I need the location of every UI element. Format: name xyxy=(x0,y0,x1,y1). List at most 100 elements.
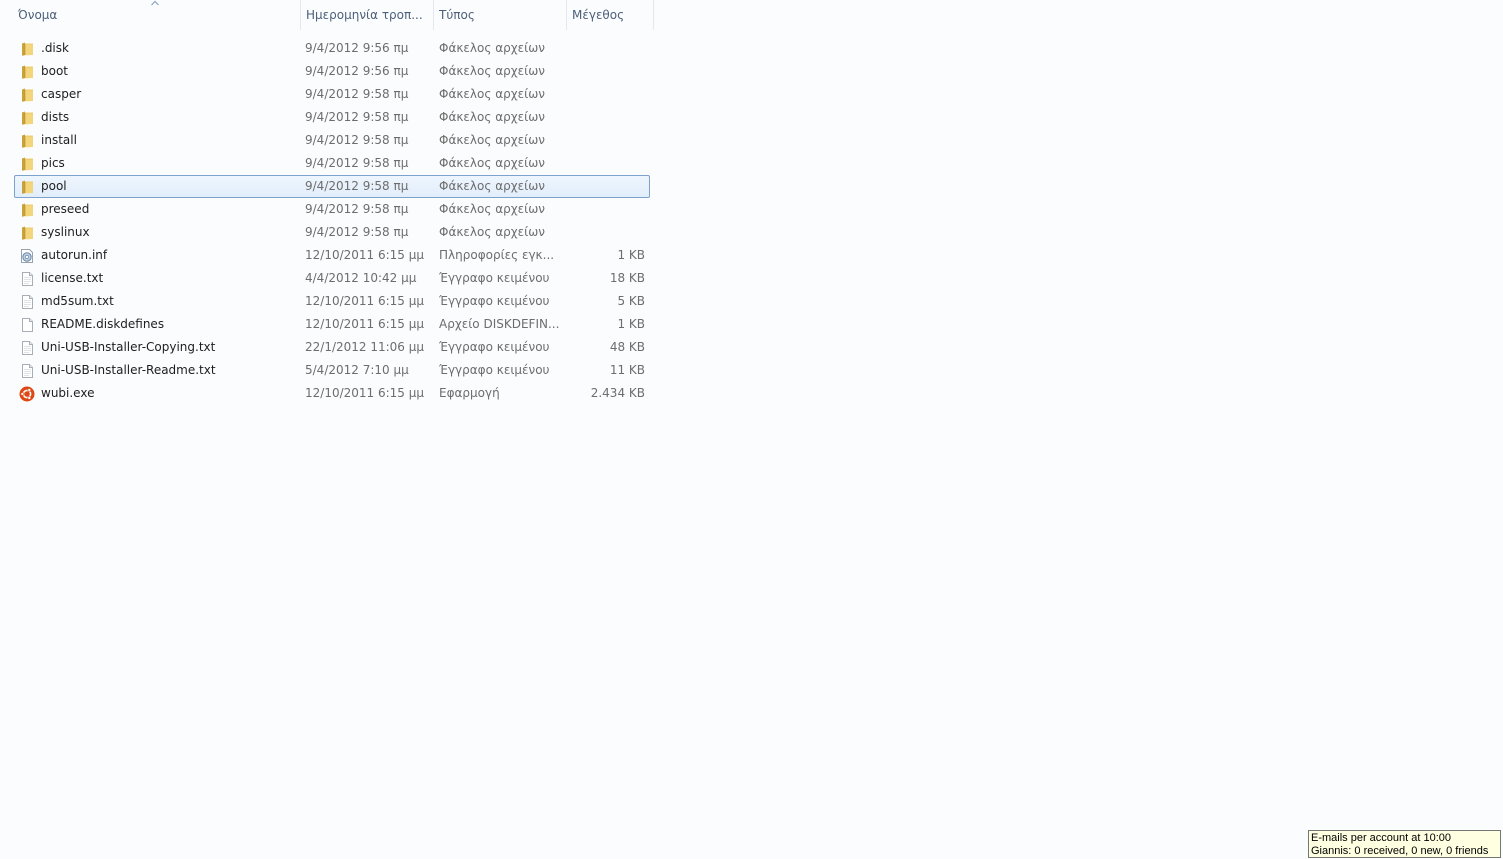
file-name: autorun.inf xyxy=(41,248,108,262)
file-type: Φάκελος αρχείων xyxy=(439,156,545,170)
file-row[interactable]: casper 9/4/2012 9:58 πμ Φάκελος αρχείων xyxy=(14,83,650,106)
file-date-modified: 12/10/2011 6:15 μμ xyxy=(305,317,425,331)
file-size: 1 KB xyxy=(617,248,645,262)
ubuntu-logo-icon xyxy=(19,386,35,402)
file-row[interactable]: preseed 9/4/2012 9:58 πμ Φάκελος αρχείων xyxy=(14,198,650,221)
column-divider xyxy=(653,0,654,30)
file-row[interactable]: install 9/4/2012 9:58 πμ Φάκελος αρχείων xyxy=(14,129,650,152)
folder-icon xyxy=(19,133,35,149)
folder-icon xyxy=(19,156,35,172)
file-row[interactable]: wubi.exe 12/10/2011 6:15 μμ Εφαρμογή 2.434 … xyxy=(14,382,650,405)
file-name: pool xyxy=(41,179,67,193)
file-type: Έγγραφο κειμένου xyxy=(439,363,550,377)
tooltip-line-1: E-mails per account at 10:00 xyxy=(1311,832,1452,844)
file-name: wubi.exe xyxy=(41,386,95,400)
file-row[interactable]: syslinux 9/4/2012 9:58 πμ Φάκελος αρχείων xyxy=(14,221,650,244)
file-date-modified: 22/1/2012 11:06 μμ xyxy=(305,340,425,354)
file-name: md5sum.txt xyxy=(41,294,114,308)
folder-icon xyxy=(19,41,35,57)
column-header-date-modified[interactable]: Ημερομηνία τροπ... xyxy=(300,0,432,30)
file-type: Φάκελος αρχείων xyxy=(439,64,545,78)
file-row[interactable]: pics 9/4/2012 9:58 πμ Φάκελος αρχείων xyxy=(14,152,650,175)
file-size: 1 KB xyxy=(617,317,645,331)
file-name: .disk xyxy=(41,41,69,55)
file-date-modified: 9/4/2012 9:56 πμ xyxy=(305,64,409,78)
file-date-modified: 12/10/2011 6:15 μμ xyxy=(305,386,425,400)
file-name: dists xyxy=(41,110,70,124)
file-date-modified: 9/4/2012 9:58 πμ xyxy=(305,87,409,101)
file-type: Φάκελος αρχείων xyxy=(439,41,545,55)
column-header-bar: Όνομα Ημερομηνία τροπ... Τύπος Μέγεθος xyxy=(0,0,655,30)
file-type: Φάκελος αρχείων xyxy=(439,133,545,147)
file-type: Έγγραφο κειμένου xyxy=(439,294,550,308)
column-header-size[interactable]: Μέγεθος xyxy=(566,0,654,30)
sort-ascending-icon xyxy=(151,0,159,6)
file-size xyxy=(567,222,645,243)
file-size xyxy=(567,84,645,105)
file-size: 5 KB xyxy=(617,294,645,308)
text-file-icon xyxy=(19,294,35,310)
file-name: install xyxy=(41,133,77,147)
file-name: Uni-USB-Installer-Copying.txt xyxy=(41,340,216,354)
file-date-modified: 9/4/2012 9:58 πμ xyxy=(305,225,409,239)
file-date-modified: 9/4/2012 9:58 πμ xyxy=(305,156,409,170)
file-date-modified: 9/4/2012 9:58 πμ xyxy=(305,202,409,216)
file-size: 11 KB xyxy=(609,363,645,377)
file-name: README.diskdefines xyxy=(41,317,165,331)
file-name: syslinux xyxy=(41,225,90,239)
file-row[interactable]: README.diskdefines 12/10/2011 6:15 μμ Αρχε… xyxy=(14,313,650,336)
column-header-type[interactable]: Τύπος xyxy=(433,0,565,30)
file-row[interactable]: pool 9/4/2012 9:58 πμ Φάκελος αρχείων xyxy=(14,175,650,198)
file-row[interactable]: boot 9/4/2012 9:56 πμ Φάκελος αρχείων xyxy=(14,60,650,83)
file-size xyxy=(567,107,645,128)
file-row[interactable]: license.txt 4/4/2012 10:42 μμ Έγγραφο κειμ… xyxy=(14,267,650,290)
file-row[interactable]: dists 9/4/2012 9:58 πμ Φάκελος αρχείων xyxy=(14,106,650,129)
file-size xyxy=(567,176,645,197)
blank-file-icon xyxy=(19,317,35,333)
file-name: pics xyxy=(41,156,65,170)
text-file-icon xyxy=(19,271,35,287)
file-type: Εφαρμογή xyxy=(439,386,500,400)
file-row[interactable]: autorun.inf 12/10/2011 6:15 μμ Πληροφορίες… xyxy=(14,244,650,267)
file-type: Έγγραφο κειμένου xyxy=(439,340,550,354)
folder-icon xyxy=(19,202,35,218)
file-name: license.txt xyxy=(41,271,104,285)
file-size: 2.434 KB xyxy=(590,386,645,400)
file-size xyxy=(567,130,645,151)
notification-tooltip: E-mails per account at 10:00 Giannis: 0 … xyxy=(1308,830,1501,858)
file-date-modified: 9/4/2012 9:58 πμ xyxy=(305,110,409,124)
file-row[interactable]: Uni-USB-Installer-Readme.txt 5/4/2012 7:1… xyxy=(14,359,650,382)
file-type: Φάκελος αρχείων xyxy=(439,110,545,124)
file-type: Φάκελος αρχείων xyxy=(439,225,545,239)
file-size: 18 KB xyxy=(609,271,645,285)
file-size xyxy=(567,153,645,174)
file-type: Έγγραφο κειμένου xyxy=(439,271,550,285)
file-row[interactable]: Uni-USB-Installer-Copying.txt 22/1/2012 1… xyxy=(14,336,650,359)
file-name: casper xyxy=(41,87,82,101)
file-size xyxy=(567,38,645,59)
text-file-icon xyxy=(19,340,35,356)
file-type: Φάκελος αρχείων xyxy=(439,202,545,216)
file-date-modified: 9/4/2012 9:56 πμ xyxy=(305,41,409,55)
file-type: Αρχείο DISKDEFIN... xyxy=(439,317,560,331)
file-explorer-window: Όνομα Ημερομηνία τροπ... Τύπος Μέγεθος .… xyxy=(0,0,1503,859)
file-row[interactable]: .disk 9/4/2012 9:56 πμ Φάκελος αρχείων xyxy=(14,37,650,60)
file-type: Φάκελος αρχείων xyxy=(439,87,545,101)
file-size xyxy=(567,61,645,82)
file-list: .disk 9/4/2012 9:56 πμ Φάκελος αρχείων boot… xyxy=(14,37,651,405)
file-date-modified: 4/4/2012 10:42 μμ xyxy=(305,271,417,285)
folder-icon xyxy=(19,179,35,195)
file-date-modified: 9/4/2012 9:58 πμ xyxy=(305,133,409,147)
folder-icon xyxy=(19,225,35,241)
settings-file-icon xyxy=(19,248,35,264)
folder-icon xyxy=(19,110,35,126)
file-type: Φάκελος αρχείων xyxy=(439,179,545,193)
file-size: 48 KB xyxy=(609,340,645,354)
file-date-modified: 5/4/2012 7:10 μμ xyxy=(305,363,409,377)
file-name: boot xyxy=(41,64,69,78)
folder-icon xyxy=(19,87,35,103)
file-date-modified: 12/10/2011 6:15 μμ xyxy=(305,248,425,262)
file-name: Uni-USB-Installer-Readme.txt xyxy=(41,363,216,377)
file-row[interactable]: md5sum.txt 12/10/2011 6:15 μμ Έγγραφο κειμ… xyxy=(14,290,650,313)
file-size xyxy=(567,199,645,220)
